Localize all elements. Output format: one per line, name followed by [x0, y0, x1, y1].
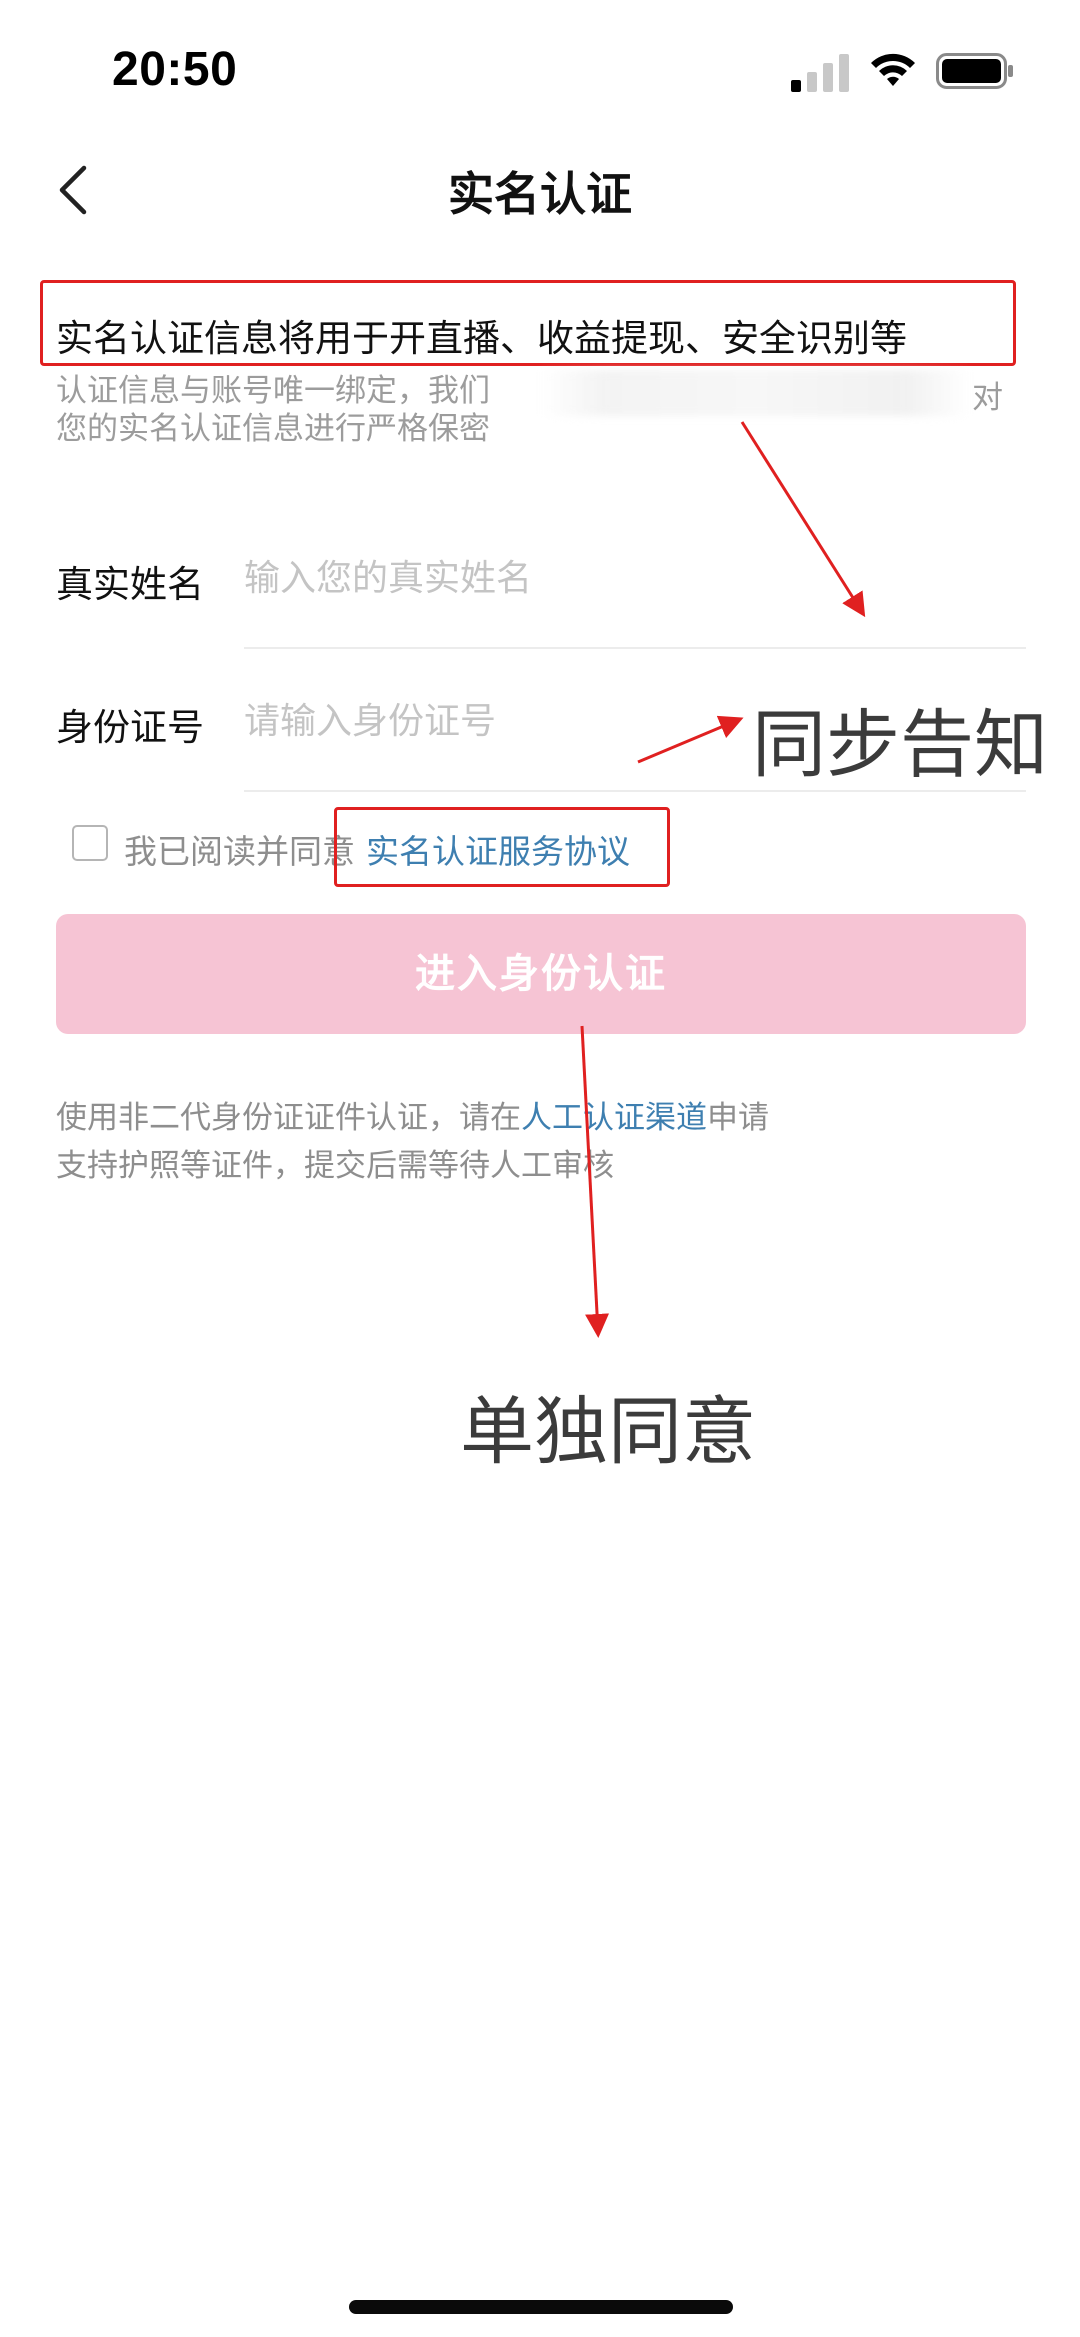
annotation-box-intro [40, 280, 1016, 366]
battery-icon [936, 53, 1013, 89]
name-input[interactable] [244, 548, 1026, 608]
cellular-signal-icon [791, 54, 849, 92]
wifi-icon [871, 53, 915, 86]
annotation-box-agreement [334, 807, 670, 887]
status-time: 20:50 [112, 43, 238, 96]
annotation-separate-consent: 单独同意 [460, 1389, 756, 1475]
home-indicator[interactable] [349, 2300, 733, 2314]
manual-verification-link[interactable]: 人工认证渠道 [521, 1100, 707, 1136]
name-divider [244, 647, 1026, 649]
manual-verification-note: 使用非二代身份证证件认证，请在人工认证渠道申请 支持护照等证件，提交后需等待人工… [56, 1094, 769, 1190]
redacted-area [540, 370, 970, 416]
note-line1-pre: 使用非二代身份证证件认证，请在 [56, 1100, 521, 1136]
page-title: 实名认证 [448, 167, 632, 221]
annotation-sync-notice: 同步告知 [752, 702, 1048, 788]
note-line1-post: 申请 [707, 1100, 769, 1136]
agree-checkbox[interactable] [72, 825, 108, 861]
name-label: 真实姓名 [56, 563, 204, 606]
intro-sub-line1-end: 对 [972, 380, 1003, 416]
id-label: 身份证号 [56, 706, 204, 749]
note-line2: 支持护照等证件，提交后需等待人工审核 [56, 1148, 614, 1184]
enter-verification-button[interactable]: 进入身份认证 [56, 914, 1026, 1034]
agree-text: 我已阅读并同意 [124, 832, 355, 871]
